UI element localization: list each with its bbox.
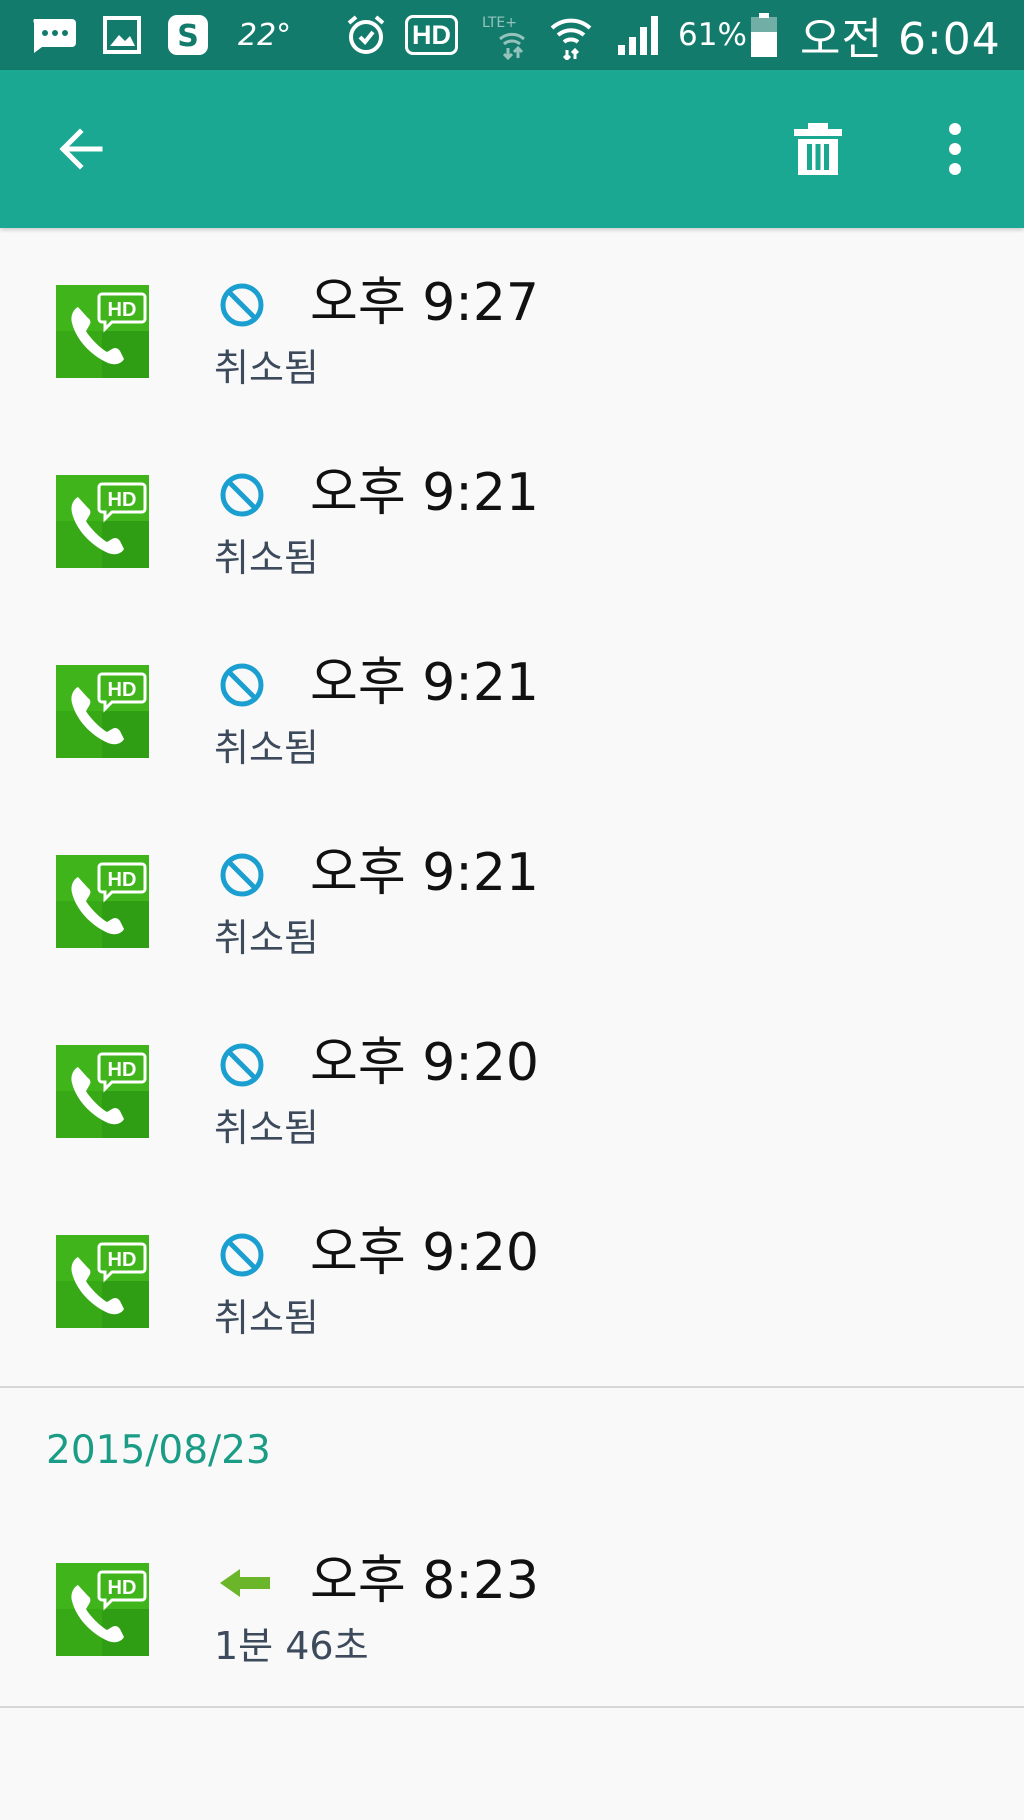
- call-status: 취소됨: [214, 1296, 319, 1340]
- call-time: 오후 9:27: [310, 273, 539, 333]
- toolbar: [0, 70, 1024, 228]
- call-log-row[interactable]: HD 오후 9:21 취소됨: [0, 428, 1024, 618]
- hd-call-icon: HD: [56, 1045, 149, 1138]
- call-log-row[interactable]: HD 오후 9:27 취소됨: [0, 238, 1024, 428]
- hd-call-icon: HD: [56, 1563, 149, 1656]
- call-time: 오후 9:21: [310, 653, 539, 713]
- message-notification-icon: [28, 0, 78, 70]
- back-button[interactable]: [20, 70, 140, 228]
- battery-icon: [750, 0, 778, 70]
- status-clock: 오전 6:04: [800, 14, 1001, 65]
- call-status: 취소됨: [214, 346, 319, 390]
- svg-text:S: S: [177, 19, 199, 54]
- hd-call-icon: HD: [56, 1235, 149, 1328]
- call-log-row[interactable]: HD 오후 9:20 취소됨: [0, 1188, 1024, 1378]
- date-header-label: 2015/08/23: [46, 1428, 271, 1473]
- call-log-row[interactable]: HD 오후 9:20 취소됨: [0, 998, 1024, 1188]
- call-time: 오후 9:20: [310, 1223, 539, 1283]
- call-log-row[interactable]: HD 오후 9:21 취소됨: [0, 618, 1024, 808]
- more-options-button[interactable]: [895, 70, 1015, 228]
- hd-voice-icon: HD: [405, 0, 458, 70]
- status-bar: S 22° HD LTE+ 61% 오전 6:04: [0, 0, 1024, 70]
- call-time: 오후 9:20: [310, 1033, 539, 1093]
- call-status: 취소됨: [214, 916, 319, 960]
- arrow-left-icon: [59, 128, 103, 170]
- svg-text:HD: HD: [108, 489, 137, 511]
- svg-text:HD: HD: [108, 679, 137, 701]
- delete-button[interactable]: [758, 70, 878, 228]
- hd-call-icon: HD: [56, 475, 149, 568]
- call-status: 취소됨: [214, 1106, 319, 1150]
- wifi-icon: [546, 0, 596, 70]
- call-log-row[interactable]: HD오후 9:28취소됨: [0, 228, 1024, 238]
- call-log-row[interactable]: HD 오후 9:21 취소됨: [0, 808, 1024, 998]
- cancelled-icon: [218, 471, 266, 519]
- call-time: 오후 9:21: [310, 463, 539, 523]
- call-status: 취소됨: [214, 726, 319, 770]
- hd-call-icon: HD: [56, 665, 149, 758]
- call-group-2015-08-23: HD 오후 8:23 1분 46초: [0, 1516, 1024, 1706]
- incoming-call-icon: [218, 1559, 270, 1607]
- call-time: 오후 9:21: [310, 843, 539, 903]
- svg-text:LTE+: LTE+: [482, 15, 517, 31]
- call-status: 1분 46초: [214, 1624, 369, 1668]
- svg-text:HD: HD: [108, 869, 137, 891]
- call-log-list[interactable]: HD오후 9:28취소됨 HD 오후 9:27 취소됨 HD 오후 9:21 취소됨 HD 오후…: [0, 228, 1024, 1820]
- weather-temperature: 22°: [238, 17, 292, 53]
- svg-text:HD: HD: [108, 1577, 137, 1599]
- date-header: 2015/08/23: [0, 1388, 1024, 1516]
- cancelled-icon: [218, 851, 266, 899]
- call-status: 취소됨: [214, 536, 319, 580]
- svg-text:HD: HD: [108, 1249, 137, 1271]
- lte-data-icon: LTE+: [480, 0, 530, 70]
- s-app-notification-icon: S: [166, 0, 210, 70]
- bottom-divider: [0, 1706, 1024, 1708]
- call-log-row[interactable]: HD 오후 8:23 1분 46초: [0, 1516, 1024, 1706]
- call-group-today: HD오후 9:28취소됨 HD 오후 9:27 취소됨 HD 오후 9:21 취소됨 HD 오후…: [0, 228, 1024, 1378]
- svg-text:HD: HD: [108, 299, 137, 321]
- alarm-icon: [344, 0, 388, 70]
- battery-percentage: 61%: [678, 17, 747, 53]
- hd-call-icon: HD: [56, 855, 149, 948]
- more-vert-icon: [949, 123, 961, 175]
- call-time: 오후 8:23: [310, 1551, 539, 1611]
- gallery-notification-icon: [102, 0, 142, 70]
- cell-signal-icon: [616, 0, 664, 70]
- svg-text:HD: HD: [108, 1059, 137, 1081]
- hd-call-icon: HD: [56, 285, 149, 378]
- trash-icon: [794, 123, 842, 175]
- cancelled-icon: [218, 1231, 266, 1279]
- cancelled-icon: [218, 1041, 266, 1089]
- cancelled-icon: [218, 281, 266, 329]
- cancelled-icon: [218, 661, 266, 709]
